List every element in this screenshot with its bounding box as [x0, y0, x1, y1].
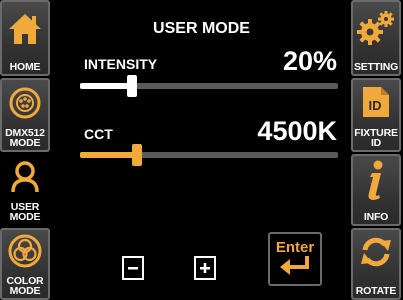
page-title: USER MODE — [153, 20, 250, 37]
home-button[interactable]: HOME — [0, 0, 50, 76]
user-mode-label: USER MODE — [9, 201, 41, 223]
svg-text:ID: ID — [369, 98, 382, 113]
cct-slider-handle[interactable] — [132, 144, 142, 166]
color-circles-icon — [8, 234, 42, 268]
increase-button[interactable] — [194, 256, 216, 280]
fixture-id-button[interactable]: ID FIXTURE ID — [351, 78, 401, 152]
enter-button[interactable]: Enter — [268, 232, 322, 286]
intensity-label: INTENSITY — [84, 56, 158, 72]
cct-value: 4500K — [257, 116, 337, 146]
rotate-label: ROTATE — [355, 285, 397, 297]
rotate-icon — [361, 237, 391, 267]
intensity-slider-handle[interactable] — [127, 75, 137, 97]
id-badge-icon: ID — [363, 87, 389, 117]
dmx512-mode-button[interactable]: DMX512 MODE — [0, 78, 50, 152]
cct-slider-fill — [80, 152, 137, 158]
plus-icon — [200, 263, 210, 273]
intensity-value: 20% — [282, 46, 337, 76]
setting-label: SETTING — [353, 61, 399, 73]
info-button[interactable]: INFO — [351, 154, 401, 226]
rotate-button[interactable]: ROTATE — [351, 228, 401, 300]
enter-arrow-icon — [280, 255, 309, 275]
info-icon — [368, 160, 383, 200]
info-label: INFO — [363, 211, 389, 223]
color-mode-label: COLOR MODE — [6, 275, 44, 297]
decrease-button[interactable] — [122, 256, 144, 280]
user-icon — [11, 161, 39, 193]
user-mode-button[interactable]: USER MODE — [0, 154, 50, 226]
intensity-slider[interactable] — [80, 75, 338, 97]
minus-icon — [128, 267, 138, 270]
fixture-id-label: FIXTURE ID — [354, 127, 398, 149]
cct-slider[interactable] — [80, 144, 338, 166]
setting-button[interactable]: SETTING — [351, 0, 401, 76]
dmx512-mode-label: DMX512 MODE — [5, 127, 45, 149]
cct-label: CCT — [84, 126, 113, 142]
intensity-slider-fill — [80, 83, 132, 89]
enter-label: Enter — [275, 238, 315, 256]
home-label: HOME — [9, 61, 41, 73]
color-mode-button[interactable]: COLOR MODE — [0, 228, 50, 300]
dmx-connector-icon — [9, 87, 41, 119]
